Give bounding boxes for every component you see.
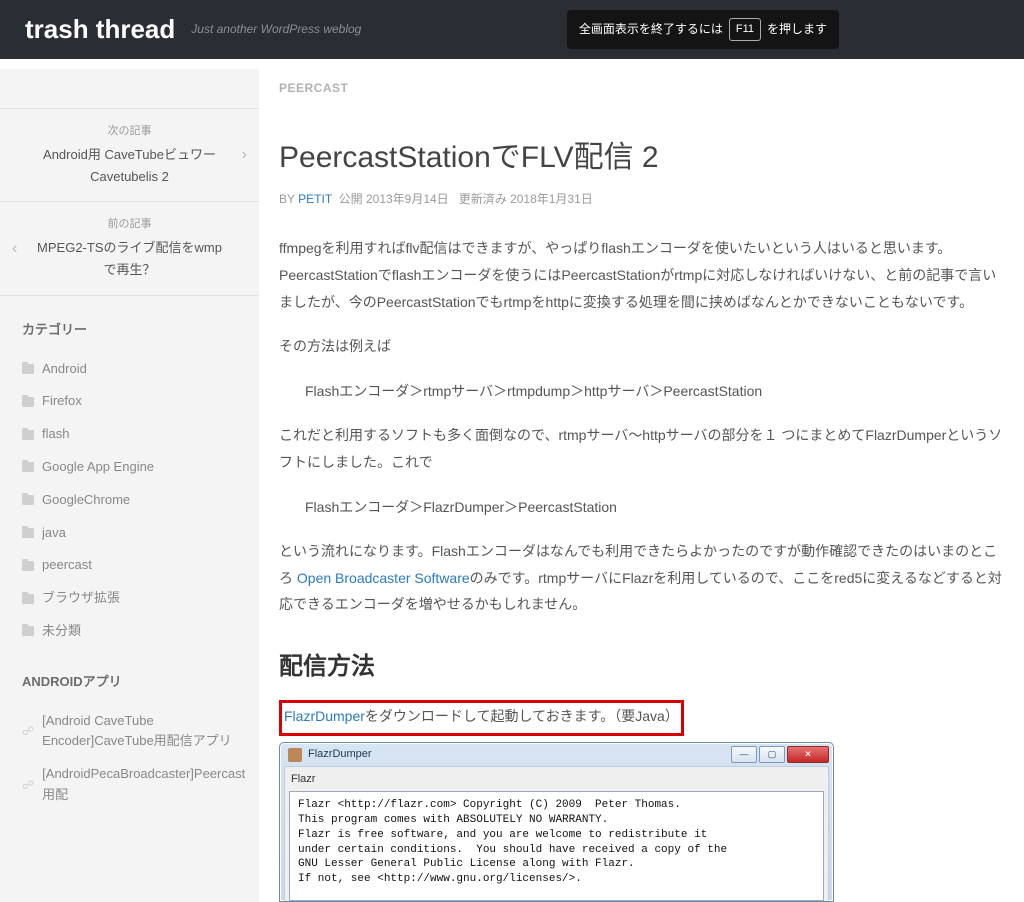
paragraph-indent: Flashエンコーダ＞rtmpサーバ＞rtmpdump＞httpサーバ＞Peer… (279, 378, 1004, 405)
category-item[interactable]: GoogleChrome (22, 484, 237, 517)
paragraph: という流れになります。Flashエンコーダはなんでも利用できたらよかったのですが… (279, 538, 1004, 618)
post-body: ffmpegを利用すればflv配信はできますが、やっぱりflashエンコーダを使… (279, 235, 1004, 902)
section-heading: 配信方法 (279, 648, 1004, 686)
post-title: PeercastStationでFLV配信 2 (279, 134, 1004, 182)
f11-key: F11 (729, 18, 761, 42)
app-link-label: [Android CaveTube Encoder]CaveTube用配信アプリ (42, 711, 237, 753)
console-output: Flazr <http://flazr.com> Copyright (C) 2… (289, 791, 824, 901)
paragraph: これだと利用するソフトも多く面倒なので、rtmpサーバ〜httpサーバの部分を１… (279, 422, 1004, 475)
app-link-item[interactable]: [Android CaveTube Encoder]CaveTube用配信アプリ (22, 705, 237, 759)
paragraph: その方法は例えば (279, 333, 1004, 360)
breadcrumb[interactable]: PEERCAST (279, 79, 1004, 98)
category-item[interactable]: ブラウザ拡張 (22, 582, 237, 615)
category-label: Firefox (42, 391, 82, 412)
meta-pub-label: 公開 (339, 192, 363, 206)
flazrdumper-window: FlazrDumper — ▢ ✕ Flazr Flazr <http://fl… (279, 742, 834, 902)
category-item[interactable]: Google App Engine (22, 451, 237, 484)
highlight-annotation: FlazrDumperをダウンロードして起動しておきます。（要Java） (279, 700, 684, 736)
category-item[interactable]: java (22, 517, 237, 550)
close-button[interactable]: ✕ (787, 746, 829, 763)
folder-icon (22, 462, 34, 472)
category-label: Android (42, 359, 87, 380)
category-item[interactable]: Firefox (22, 385, 237, 418)
category-label: 未分類 (42, 621, 81, 642)
categories-list: Android Firefox flash Google App Engine … (22, 353, 237, 648)
app-link-item[interactable]: [AndroidPecaBroadcaster]Peercast用配 (22, 758, 237, 812)
category-item[interactable]: flash (22, 418, 237, 451)
category-label: ブラウザ拡張 (42, 588, 120, 609)
group-label: Flazr (289, 771, 824, 791)
site-tagline: Just another WordPress weblog (191, 20, 361, 39)
meta-pub-date: 2013年9月14日 (366, 192, 449, 206)
android-apps-heading: ANDROIDアプリ (22, 672, 237, 693)
meta-upd-date: 2018年1月31日 (510, 192, 593, 206)
meta-upd-label: 更新済み (459, 192, 507, 206)
prev-post-label: 前の記事 (36, 216, 223, 234)
folder-icon (22, 561, 34, 571)
meta-by: BY (279, 192, 295, 206)
sidebar: 次の記事 Android用 CaveTubeビュワー Cavetubelis 2… (0, 69, 259, 902)
site-header: trash thread Just another WordPress webl… (0, 0, 1024, 59)
next-post-label: 次の記事 (36, 123, 223, 141)
android-apps-list: [Android CaveTube Encoder]CaveTube用配信アプリ… (22, 705, 237, 812)
post-meta: BY PETIT 公開 2013年9月14日 更新済み 2018年1月31日 (279, 190, 1004, 209)
category-item[interactable]: Android (22, 353, 237, 386)
maximize-button[interactable]: ▢ (759, 746, 785, 763)
next-post-title: Android用 CaveTubeビュワー Cavetubelis 2 (43, 147, 216, 184)
category-label: Google App Engine (42, 457, 154, 478)
category-item[interactable]: peercast (22, 549, 237, 582)
folder-icon (22, 594, 34, 604)
site-title: trash thread (25, 9, 175, 51)
external-link-icon (22, 721, 34, 742)
app-icon (288, 748, 302, 762)
site-title-link[interactable]: trash thread (25, 14, 175, 44)
categories-section: カテゴリー Android Firefox flash Google App E… (0, 296, 259, 648)
flazrdumper-link[interactable]: FlazrDumper (284, 708, 365, 724)
meta-author-link[interactable]: PETIT (298, 192, 332, 206)
app-link-label: [AndroidPecaBroadcaster]Peercast用配 (42, 764, 245, 806)
fullscreen-exit-banner: 全画面表示を終了するには F11 を押します (567, 10, 839, 50)
window-title: FlazrDumper (308, 746, 372, 764)
category-label: flash (42, 424, 69, 445)
folder-icon (22, 626, 34, 636)
chevron-right-icon: › (242, 142, 247, 168)
paragraph-indent: Flashエンコーダ＞FlazrDumper＞PeercastStation (279, 494, 1004, 521)
categories-heading: カテゴリー (22, 320, 237, 341)
prev-post-card[interactable]: 前の記事 MPEG2-TSのライブ配信をwmpで再生？ ‹ (0, 201, 259, 295)
main-content: PEERCAST PeercastStationでFLV配信 2 BY PETI… (259, 59, 1024, 902)
paragraph: ffmpegを利用すればflv配信はできますが、やっぱりflashエンコーダを使… (279, 235, 1004, 315)
external-link-icon (22, 775, 34, 796)
folder-icon (22, 528, 34, 538)
folder-icon (22, 397, 34, 407)
prev-post-title: MPEG2-TSのライブ配信をwmpで再生？ (37, 240, 222, 277)
window-titlebar: FlazrDumper — ▢ ✕ (280, 743, 833, 767)
window-client-area: Flazr Flazr <http://flazr.com> Copyright… (284, 766, 829, 901)
next-post-card[interactable]: 次の記事 Android用 CaveTubeビュワー Cavetubelis 2… (0, 108, 259, 202)
minimize-button[interactable]: — (731, 746, 757, 763)
fullscreen-text-before: 全画面表示を終了するには (579, 20, 723, 39)
folder-icon (22, 495, 34, 505)
window-buttons: — ▢ ✕ (731, 746, 829, 763)
chevron-left-icon: ‹ (12, 236, 17, 262)
folder-icon (22, 430, 34, 440)
obs-link[interactable]: Open Broadcaster Software (297, 570, 470, 586)
category-label: java (42, 523, 66, 544)
paragraph: FlazrDumperをダウンロードして起動しておきます。（要Java） (284, 703, 679, 730)
category-label: GoogleChrome (42, 490, 130, 511)
fullscreen-text-after: を押します (767, 20, 827, 39)
android-apps-section: ANDROIDアプリ [Android CaveTube Encoder]Cav… (0, 648, 259, 812)
category-item[interactable]: 未分類 (22, 615, 237, 648)
folder-icon (22, 364, 34, 374)
category-label: peercast (42, 555, 92, 576)
text-run: をダウンロードして起動しておきます。（要Java） (365, 708, 679, 724)
